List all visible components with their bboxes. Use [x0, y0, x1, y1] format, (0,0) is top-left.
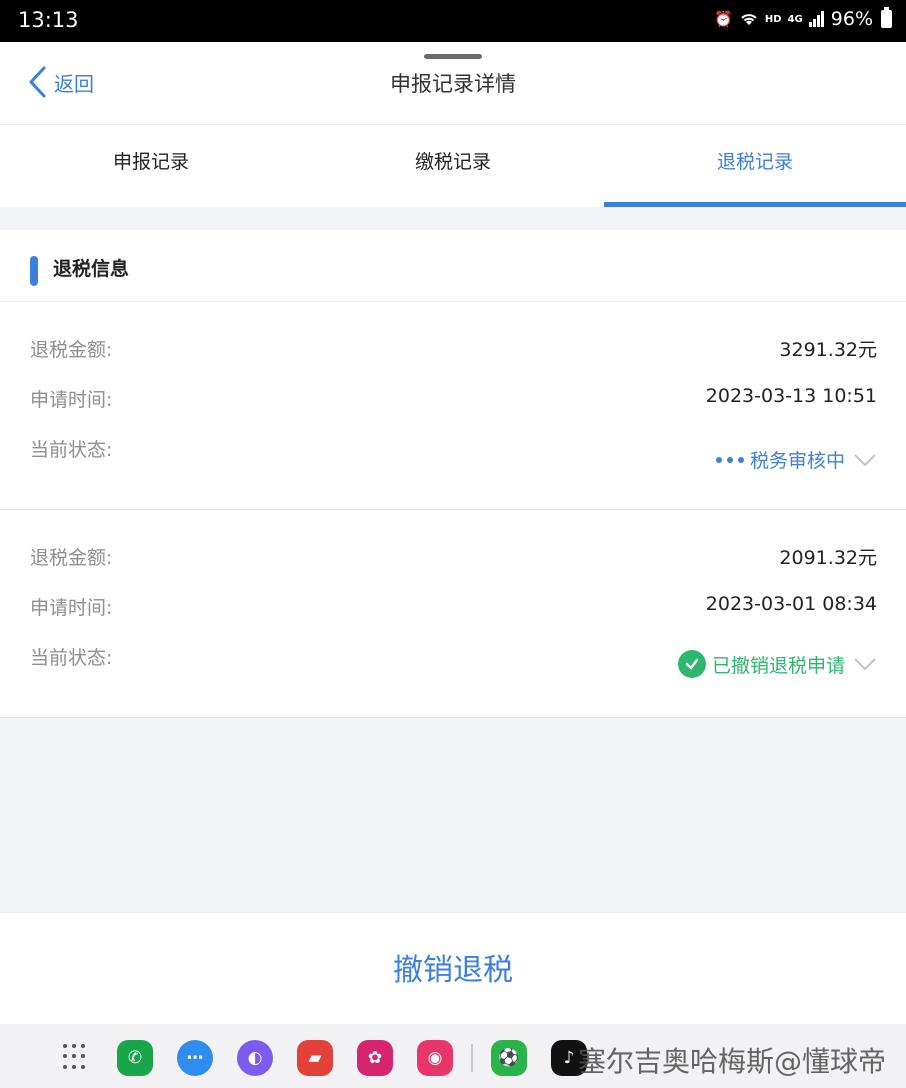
cancel-refund-button[interactable]: 撤销退税 [0, 945, 906, 989]
watermark: 塞尔吉奥哈梅斯@懂球帝 [578, 1045, 887, 1078]
app-header: 返回 申报记录详情 [0, 42, 906, 125]
battery-icon [881, 7, 892, 28]
taskbar-divider [471, 1044, 473, 1072]
wifi-icon [741, 14, 757, 25]
section-accent-bar [30, 256, 38, 286]
time-row: 申请时间: 2023-03-13 10:51 [30, 385, 877, 412]
camera-icon[interactable]: ◉ [417, 1040, 453, 1076]
amount-row: 退税金额: 3291.32元 [30, 335, 877, 362]
time-label: 申请时间: [30, 597, 113, 619]
check-circle-icon [677, 650, 706, 678]
tab-payment-records[interactable]: 缴税记录 [302, 125, 604, 207]
status-time: 13:13 [18, 8, 79, 32]
time-label: 申请时间: [30, 389, 113, 411]
refund-info-card: 退税信息 退税金额: 3291.32元 申请时间: 2023-03-13 10:… [0, 230, 906, 718]
battery-percent: 96% [830, 8, 873, 30]
status-bar: 13:13 ⏰ HD 4G 96% [0, 0, 906, 42]
status-label: 当前状态: [30, 439, 113, 461]
amount-value: 2091.32元 [779, 547, 877, 569]
alarm-icon: ⏰ [714, 10, 733, 28]
status-dropdown[interactable]: 税务审核中 [715, 446, 877, 473]
status-dropdown[interactable]: 已撤销退税申请 [677, 650, 877, 678]
network-indicator: 4G [787, 13, 803, 25]
tab-declaration-records[interactable]: 申报记录 [0, 125, 302, 207]
chevron-down-icon [854, 453, 876, 466]
apps-grid-icon[interactable] [63, 1044, 89, 1070]
sports-app-icon[interactable]: ⚽ [491, 1040, 527, 1076]
status-label: 当前状态: [30, 647, 113, 669]
bottom-action-bar: 撤销退税 [0, 912, 906, 1024]
refund-record: 退税金额: 3291.32元 申请时间: 2023-03-13 10:51 当前… [0, 302, 906, 509]
status-icons: ⏰ HD 4G 96% [714, 7, 892, 30]
time-value: 2023-03-13 10:51 [705, 385, 877, 407]
status-value: 税务审核中 [749, 450, 845, 472]
browser-icon[interactable]: ◐ [237, 1040, 273, 1076]
time-row: 申请时间: 2023-03-01 08:34 [30, 593, 877, 620]
tab-refund-records[interactable]: 退税记录 [604, 125, 906, 207]
section-header: 退税信息 [0, 230, 906, 302]
signal-icon [808, 11, 824, 27]
amount-label: 退税金额: [30, 547, 113, 569]
taskbar: ✆ ⋯ ◐ ▰ ✿ ◉ ⚽ ♪ 塞尔吉奥哈梅斯@懂球帝 [0, 1024, 906, 1088]
gallery-icon[interactable]: ✿ [357, 1040, 393, 1076]
page-title: 申报记录详情 [390, 72, 516, 96]
hd-indicator: HD [764, 13, 782, 25]
drag-handle[interactable] [424, 54, 482, 59]
phone-icon[interactable]: ✆ [117, 1040, 153, 1076]
messages-icon[interactable]: ⋯ [177, 1040, 213, 1076]
status-value: 已撤销退税申请 [711, 654, 845, 677]
amount-label: 退税金额: [30, 339, 113, 361]
in-progress-icon [715, 456, 744, 463]
tab-bar: 申报记录 缴税记录 退税记录 [0, 125, 906, 207]
section-title: 退税信息 [53, 258, 130, 280]
time-value: 2023-03-01 08:34 [705, 593, 877, 615]
refund-record: 退税金额: 2091.32元 申请时间: 2023-03-01 08:34 当前… [0, 509, 906, 716]
amount-row: 退税金额: 2091.32元 [30, 543, 877, 570]
chevron-down-icon [854, 658, 876, 671]
amount-value: 3291.32元 [779, 339, 877, 361]
notes-icon[interactable]: ▰ [297, 1040, 333, 1076]
